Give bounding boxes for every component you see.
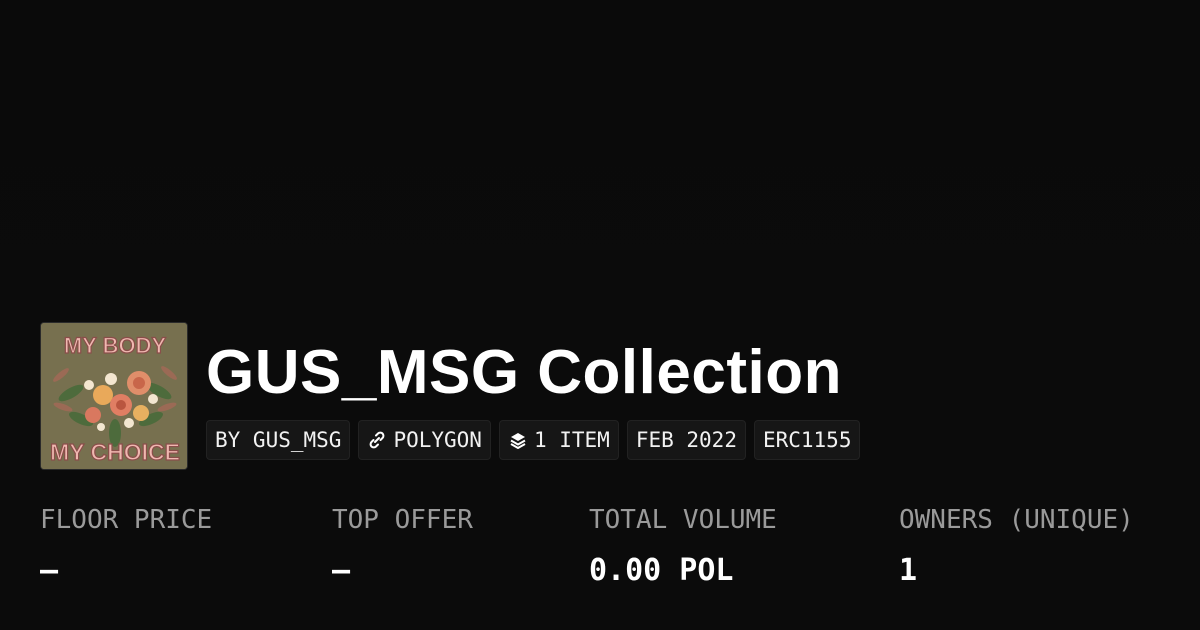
stat-top-offer: TOP OFFER – (332, 505, 473, 588)
stat-total-volume: TOTAL VOLUME 0.00 POL (589, 505, 777, 588)
collection-title: GUS_MSG Collection (206, 338, 842, 407)
chip-creator[interactable]: BY GUS_MSG (206, 420, 351, 460)
title-block: GUS_MSG Collection BY GUS_MSG POLYGON 1 … (206, 322, 861, 460)
collection-header: MY BODY MY CHOICE GUS_MSG Collection BY … (40, 322, 861, 470)
stat-total-volume-label: TOTAL VOLUME (589, 505, 777, 535)
collection-thumbnail[interactable]: MY BODY MY CHOICE (40, 322, 188, 470)
chip-date-label: FEB 2022 (635, 428, 737, 452)
collection-chips: BY GUS_MSG POLYGON 1 ITEM FEB 2022 ERC11… (206, 420, 861, 460)
banner-area (0, 0, 1200, 330)
chip-creator-label: BY GUS_MSG (215, 428, 342, 452)
stat-owners-label: OWNERS (UNIQUE) (899, 505, 1134, 535)
layers-icon (508, 430, 528, 450)
chip-items-label: 1 ITEM (533, 428, 610, 452)
chip-standard: ERC1155 (753, 420, 861, 460)
collection-stats: FLOOR PRICE – TOP OFFER – TOTAL VOLUME 0… (40, 505, 1180, 605)
chip-date: FEB 2022 (626, 420, 746, 460)
stat-floor-price-value: – (40, 553, 59, 588)
stat-floor-price: FLOOR PRICE – (40, 505, 212, 588)
stat-total-volume-value: 0.00 POL (589, 553, 734, 588)
stat-top-offer-value: – (332, 553, 351, 588)
artwork-image: MY BODY MY CHOICE (41, 323, 187, 469)
stat-top-offer-label: TOP OFFER (332, 505, 473, 535)
chip-standard-label: ERC1155 (762, 428, 852, 452)
stat-floor-price-label: FLOOR PRICE (40, 505, 213, 535)
svg-text:MY CHOICE: MY CHOICE (50, 439, 180, 465)
chip-items[interactable]: 1 ITEM (498, 420, 619, 460)
chip-chain-label: POLYGON (393, 428, 482, 452)
chip-chain[interactable]: POLYGON (358, 420, 491, 460)
stat-owners-value: 1 (899, 553, 918, 588)
stat-owners: OWNERS (UNIQUE) 1 (899, 505, 1134, 588)
svg-text:MY BODY: MY BODY (64, 333, 167, 358)
link-icon (367, 430, 387, 450)
